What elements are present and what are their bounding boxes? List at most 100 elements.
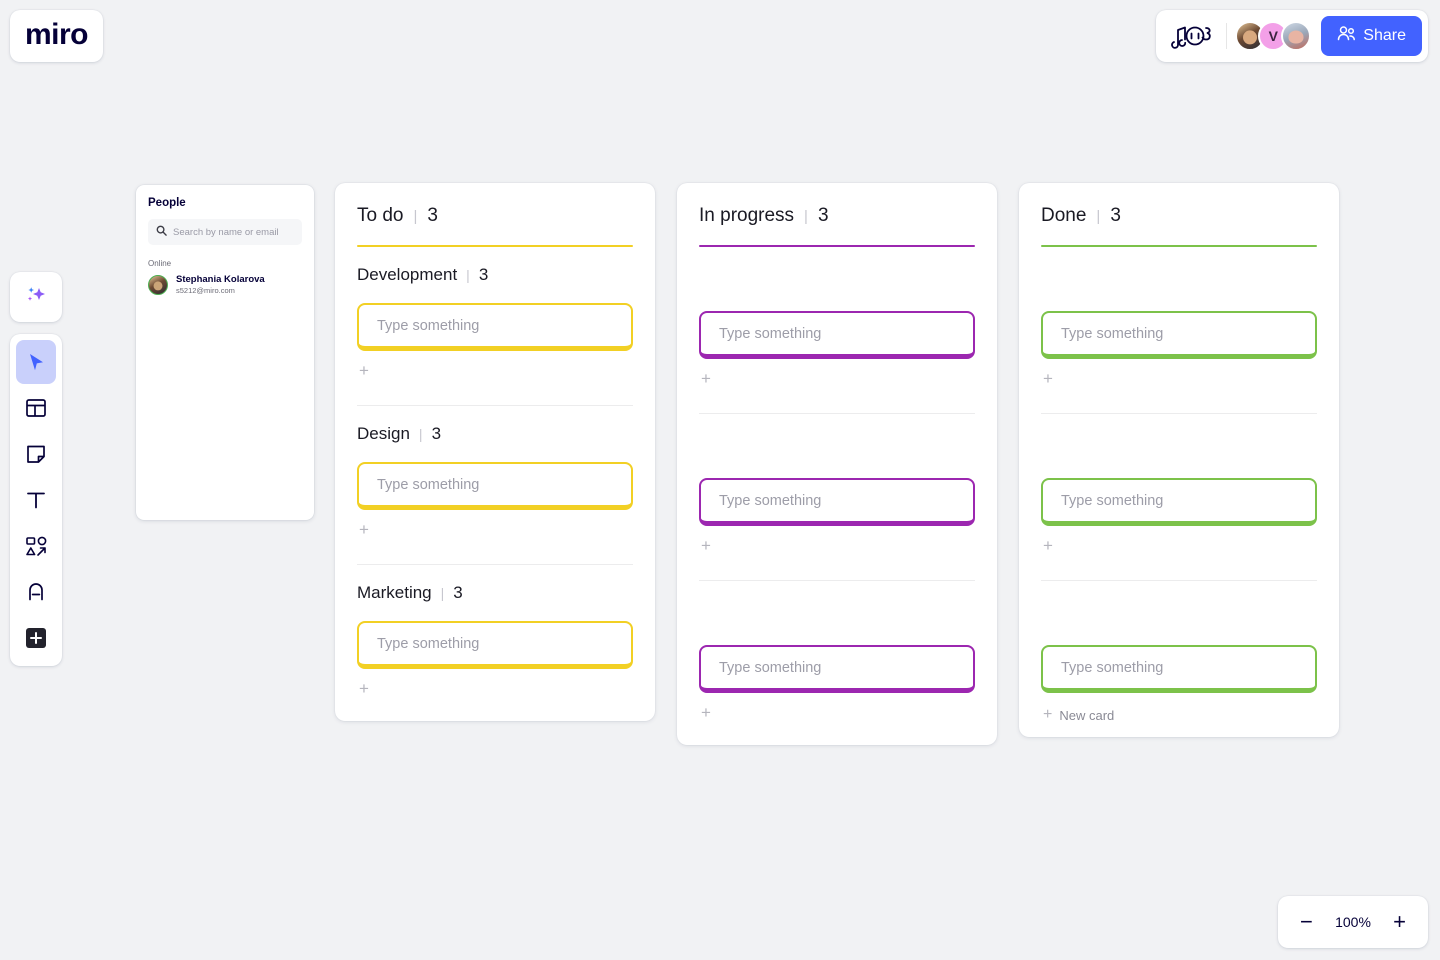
toolbar-item-sticky-note[interactable] [16,432,56,476]
add-card-button[interactable]: + [699,359,975,397]
section-separator: | [466,267,470,283]
card-placeholder: Type something [1061,659,1164,676]
sticky-note-icon [25,443,47,465]
section-header-spacer [1041,599,1317,645]
ai-sparkle-icon [23,282,49,313]
online-section-label: Online [148,259,172,268]
toolbar-item-templates[interactable] [16,386,56,430]
plus-icon: + [359,678,369,698]
add-card-button[interactable]: + [1041,359,1317,397]
zoom-in-button[interactable]: + [1393,911,1406,933]
kanban-section: Type something + [1041,413,1317,564]
kanban-card[interactable]: Type something [699,645,975,693]
zoom-out-button[interactable]: − [1300,911,1313,933]
column-header: To do | 3 [357,205,633,227]
card-placeholder: Type something [377,635,480,652]
section-count: 3 [478,265,489,284]
add-card-button[interactable]: + [699,693,975,731]
section-title: Marketing [357,583,432,602]
section-separator: | [418,426,423,442]
kanban-card[interactable]: Type something [357,462,633,510]
add-card-button[interactable]: + [357,351,633,389]
search-icon [156,223,167,241]
plus-square-icon [24,626,48,650]
kanban-card[interactable]: Type something [1041,645,1317,693]
kanban-card[interactable]: Type something [1041,311,1317,359]
kanban-card[interactable]: Type something [1041,478,1317,526]
add-card-button[interactable]: + [699,526,975,564]
person-list-item[interactable]: Stephania Kolarova s5212@miro.com [148,274,302,295]
new-card-button[interactable]: + New card [1041,693,1317,723]
add-card-button[interactable]: + [1041,526,1317,564]
kanban-section: Type something + [699,580,975,731]
column-title: Done [1041,205,1087,226]
person-name: Stephania Kolarova [176,274,265,285]
section-header-spacer [699,432,975,478]
kanban-card[interactable]: Type something [699,478,975,526]
toolbar-item-shapes[interactable] [16,524,56,568]
person-email: s5212@miro.com [176,285,235,295]
kanban-section-design: Design | 3 Type something + [357,405,633,548]
plus-icon: + [701,535,711,555]
kanban-card[interactable]: Type something [699,311,975,359]
column-title: In progress [699,205,795,226]
column-count: 3 [1110,205,1121,226]
pen-icon [25,581,47,603]
column-title: To do [357,205,404,226]
kanban-section-marketing: Marketing | 3 Type something + [357,564,633,707]
section-header: Design | 3 [357,424,633,444]
left-toolbar [10,334,62,666]
section-title: Development [357,265,458,284]
kanban-card[interactable]: Type something [357,621,633,669]
people-icon [1337,25,1356,47]
plus-icon: + [1043,368,1053,388]
column-count: 3 [817,205,829,226]
kanban-section: Type something + [699,413,975,564]
column-count: 3 [427,205,438,226]
avatar[interactable] [1281,21,1312,51]
card-placeholder: Type something [377,317,480,334]
people-search[interactable] [148,219,302,245]
section-header-spacer [699,265,975,311]
collaborator-avatars: V [1235,21,1312,51]
music-doodle-icon[interactable] [1170,22,1216,50]
people-panel: People Online Stephania Kolarova s5212@m… [136,185,314,520]
column-header: Done | 3 [1041,205,1317,227]
card-placeholder: Type something [1061,492,1164,509]
section-header: Development | 3 [357,265,633,285]
toolbar-item-text[interactable] [16,478,56,522]
section-separator: | [440,585,445,601]
toolbar-item-ai-sparkle[interactable] [10,272,62,322]
cursor-icon [26,352,47,373]
toolbar-item-more[interactable] [16,616,56,660]
card-placeholder: Type something [377,476,480,493]
add-card-button[interactable]: + [357,669,633,707]
card-placeholder: Type something [1061,325,1164,342]
plus-icon: + [359,360,369,380]
kanban-section: Type something + [1041,247,1317,397]
toolbar-item-pen[interactable] [16,570,56,614]
add-card-button[interactable]: + [357,510,633,548]
divider [1226,23,1228,49]
share-button-label: Share [1363,27,1406,44]
section-header-spacer [699,599,975,645]
search-input[interactable] [173,226,294,238]
zoom-level-value[interactable]: 100% [1335,914,1371,930]
kanban-card[interactable]: Type something [357,303,633,351]
kanban-section: Type something + [699,247,975,397]
zoom-control: − 100% + [1278,896,1428,948]
column-separator: | [413,208,418,225]
kanban-board: To do | 3 Development | 3 Type something… [335,183,1339,745]
topbar-right: V Share [1156,10,1428,62]
toolbar-item-cursor[interactable] [16,340,56,384]
people-panel-title: People [148,197,186,209]
share-button[interactable]: Share [1321,16,1422,56]
miro-logo[interactable]: miro [10,10,103,62]
plus-icon: + [701,368,711,388]
plus-icon: + [701,702,711,722]
section-header: Marketing | 3 [357,583,633,603]
section-count: 3 [431,424,442,443]
plus-icon: + [1043,706,1053,723]
kanban-column-done: Done | 3 Type something + Type something… [1019,183,1339,737]
kanban-column-to-do: To do | 3 Development | 3 Type something… [335,183,655,721]
